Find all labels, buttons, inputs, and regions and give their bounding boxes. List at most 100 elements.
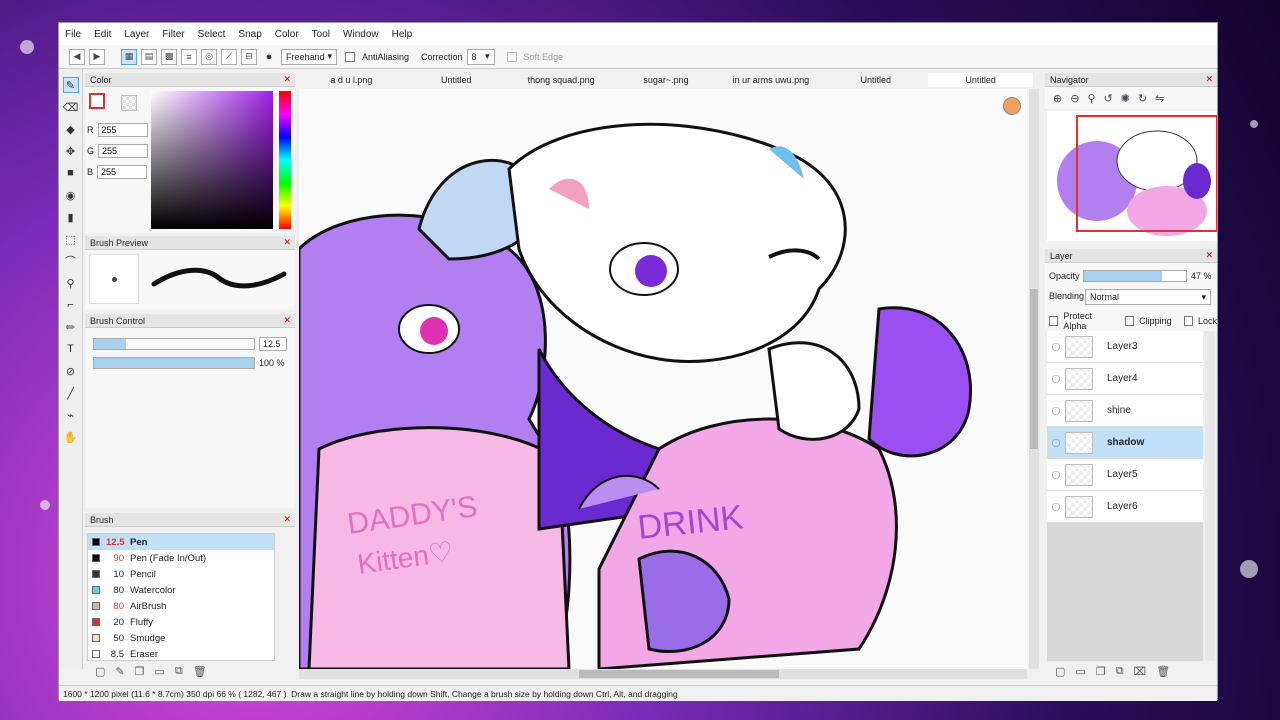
- copy-layer-icon[interactable]: ❐: [1096, 665, 1106, 678]
- trash-icon[interactable]: 🗑: [193, 665, 207, 678]
- document-tab[interactable]: a d u l.png: [299, 73, 404, 87]
- rotate-right-icon[interactable]: ↻: [1138, 92, 1147, 105]
- stroke-normal-icon[interactable]: ▦: [121, 48, 137, 65]
- layer-row[interactable]: ◯ shadow: [1047, 427, 1203, 459]
- stroke-hatch-icon[interactable]: ▤: [141, 48, 157, 65]
- hue-slider[interactable]: [279, 91, 291, 229]
- eraser-tool-icon[interactable]: ⌫: [63, 99, 79, 115]
- menu-layer[interactable]: Layer: [124, 29, 149, 40]
- brush-item[interactable]: 80 Watercolor: [88, 582, 274, 598]
- rotate-left-icon[interactable]: ↺: [1104, 92, 1113, 105]
- flip-icon[interactable]: ⇋: [1155, 92, 1164, 105]
- layer-row[interactable]: ◯ Layer3: [1047, 331, 1203, 363]
- saturation-value-picker[interactable]: [151, 91, 273, 229]
- zoom-tool-icon[interactable]: ⚲: [63, 275, 79, 291]
- line-tool-icon[interactable]: ╱: [63, 385, 79, 401]
- select-rect-icon[interactable]: ⬚: [63, 231, 79, 247]
- text-tool-icon[interactable]: T: [63, 341, 79, 357]
- pencil-tool-icon[interactable]: ✏: [63, 319, 79, 335]
- copy-brush-icon[interactable]: ❐: [135, 665, 145, 678]
- brush-item[interactable]: 80 AirBrush: [88, 598, 274, 614]
- visibility-icon[interactable]: ◯: [1047, 438, 1065, 447]
- delete-layer-icon[interactable]: 🗑: [1156, 665, 1170, 678]
- folder-icon[interactable]: ▭: [155, 665, 165, 678]
- close-icon[interactable]: ✕: [283, 514, 291, 525]
- layer-list-scrollbar[interactable]: [1205, 331, 1215, 661]
- layer-opacity-slider[interactable]: [1083, 270, 1187, 282]
- document-tab[interactable]: Untitled: [928, 73, 1034, 87]
- document-tab[interactable]: Untitled: [823, 73, 929, 87]
- layer-row[interactable]: ◯ Layer5: [1047, 459, 1203, 491]
- pen-tool-icon[interactable]: ✎: [62, 77, 79, 93]
- document-tab[interactable]: thong squad.png: [508, 73, 614, 87]
- brush-item[interactable]: 90 Pen (Fade In/Out): [88, 550, 274, 566]
- r-input[interactable]: [97, 123, 148, 137]
- menu-color[interactable]: Color: [275, 29, 299, 40]
- next-icon[interactable]: ▶: [89, 48, 105, 65]
- zoom-out-icon[interactable]: ⊖: [1070, 92, 1079, 105]
- fill-tool-icon[interactable]: ■: [63, 165, 79, 181]
- transparent-swatch[interactable]: [121, 95, 137, 111]
- canvas-horizontal-scrollbar[interactable]: [299, 669, 1027, 679]
- document-tab[interactable]: Untitled: [403, 73, 509, 87]
- g-input[interactable]: [98, 144, 149, 158]
- brush-tool-icon[interactable]: ⌐: [63, 297, 79, 313]
- canvas-vertical-scrollbar[interactable]: [1029, 89, 1039, 669]
- visibility-icon[interactable]: ◯: [1047, 470, 1065, 479]
- brush-item[interactable]: 20 Fluffy: [88, 614, 274, 630]
- lines-icon[interactable]: ≡: [181, 48, 197, 65]
- grid-icon[interactable]: ▩: [161, 48, 177, 65]
- rotate-reset-icon[interactable]: ✺: [1121, 92, 1130, 105]
- close-icon[interactable]: ✕: [283, 74, 291, 85]
- layer-row[interactable]: ◯ shine: [1047, 395, 1203, 427]
- brush-item[interactable]: 10 Pencil: [88, 566, 274, 582]
- bucket-tool-icon[interactable]: ◉: [63, 187, 79, 203]
- b-input[interactable]: [97, 165, 148, 179]
- menu-file[interactable]: File: [65, 29, 81, 40]
- menu-window[interactable]: Window: [343, 29, 379, 40]
- clipping-checkbox[interactable]: [1124, 316, 1135, 326]
- visibility-icon[interactable]: ◯: [1047, 406, 1065, 415]
- lasso-tool-icon[interactable]: ⌒: [63, 253, 79, 269]
- visibility-icon[interactable]: ◯: [1047, 342, 1065, 351]
- brush-size-value[interactable]: 12.5: [259, 337, 287, 351]
- brush-item[interactable]: 50 Smudge: [88, 630, 274, 646]
- close-icon[interactable]: ✕: [1205, 250, 1213, 261]
- layer-row[interactable]: ◯ Layer6: [1047, 491, 1203, 523]
- gradient-tool-icon[interactable]: ▮: [63, 209, 79, 225]
- new-folder-icon[interactable]: ▭: [1075, 665, 1085, 678]
- menu-tool[interactable]: Tool: [312, 29, 330, 40]
- hand-tool-icon[interactable]: ✋: [63, 429, 79, 445]
- brush-size-slider[interactable]: [93, 338, 255, 350]
- menu-help[interactable]: Help: [392, 29, 413, 40]
- protect-alpha-checkbox[interactable]: [1049, 316, 1059, 326]
- document-tab[interactable]: sugar~.png: [613, 73, 719, 87]
- menu-filter[interactable]: Filter: [162, 29, 184, 40]
- drawing-canvas[interactable]: DADDY'S Kitten♡ DRINK: [299, 89, 1027, 669]
- clear-layer-icon[interactable]: ⌧: [1134, 665, 1147, 678]
- lock-checkbox[interactable]: [1183, 316, 1193, 326]
- antialiasing-checkbox[interactable]: [345, 51, 355, 62]
- vertical-scroll-thumb[interactable]: [1030, 289, 1038, 449]
- edit-tool-icon[interactable]: ⊘: [63, 363, 79, 379]
- edit-brush-icon[interactable]: ✎: [115, 665, 124, 678]
- document-tab[interactable]: in ur arms uwu.png: [718, 73, 824, 87]
- menu-snap[interactable]: Snap: [238, 29, 261, 40]
- ruler-icon[interactable]: ⟋: [221, 48, 237, 65]
- brush-item[interactable]: 12.5 Pen: [88, 534, 274, 550]
- merge-layer-icon[interactable]: ⧉: [1116, 665, 1124, 678]
- visibility-icon[interactable]: ◯: [1047, 502, 1065, 511]
- new-layer-icon[interactable]: ▢: [1055, 665, 1065, 678]
- visibility-icon[interactable]: ◯: [1047, 374, 1065, 383]
- previous-icon[interactable]: ◀: [69, 48, 85, 65]
- brush-item[interactable]: 8.5 Eraser: [88, 646, 274, 662]
- navigator-thumbnail[interactable]: [1047, 111, 1217, 241]
- eyedropper-icon[interactable]: ⌁: [63, 407, 79, 423]
- snap-icon[interactable]: ⊟: [241, 48, 257, 65]
- close-icon[interactable]: ✕: [283, 237, 291, 248]
- duplicate-icon[interactable]: ⧉: [175, 665, 183, 678]
- close-icon[interactable]: ✕: [1205, 74, 1213, 85]
- horizontal-scroll-thumb[interactable]: [579, 670, 779, 678]
- color-picker-icon[interactable]: ◆: [63, 121, 79, 137]
- layer-row[interactable]: ◯ Layer4: [1047, 363, 1203, 395]
